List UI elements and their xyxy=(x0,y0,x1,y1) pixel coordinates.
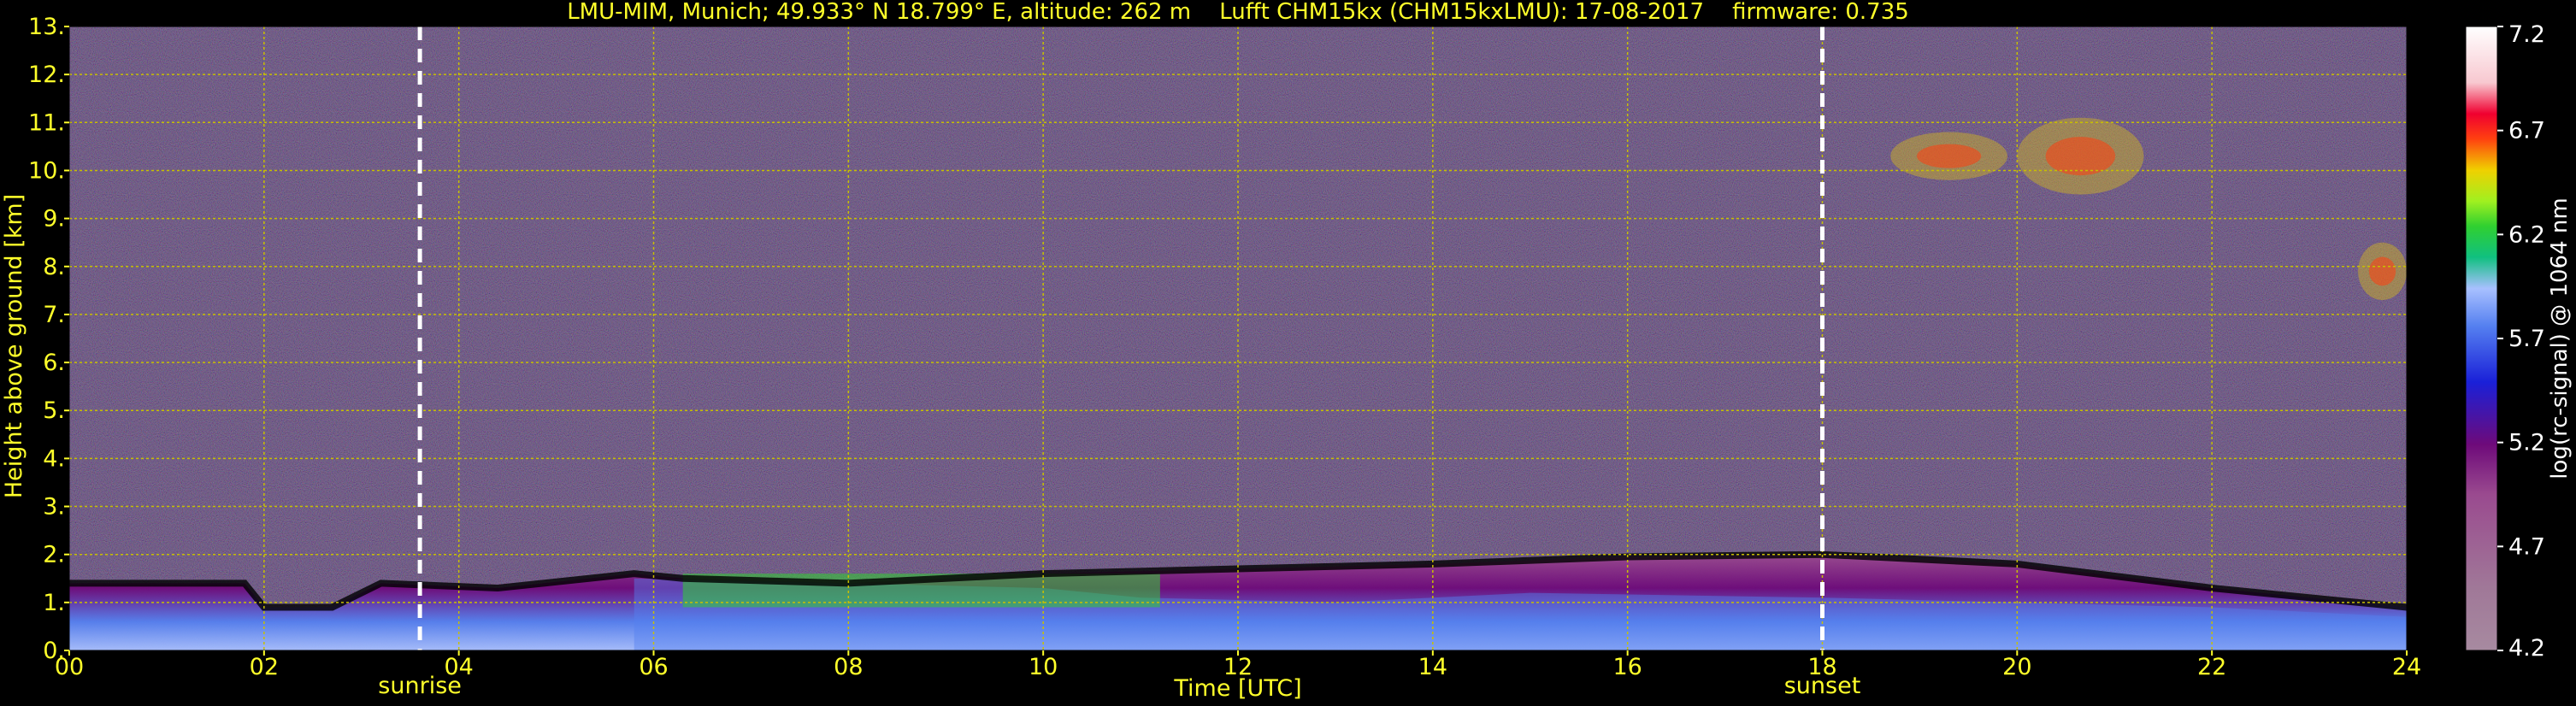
x-tick-label: 20 xyxy=(2002,654,2031,680)
x-tick-label: 24 xyxy=(2392,654,2421,680)
x-tick-label: 08 xyxy=(834,654,863,680)
cirrus-core xyxy=(2045,137,2116,176)
colorbar-label: log(rc-signal) @ 1064 nm xyxy=(2547,197,2573,479)
x-axis-label: Time [UTC] xyxy=(1173,675,1301,702)
y-tick-label: 3. xyxy=(43,494,65,521)
cirrus-core xyxy=(2368,256,2396,286)
y-tick-label: 1. xyxy=(43,590,65,616)
y-tick-label: 13. xyxy=(28,14,65,40)
y-tick-label: 11. xyxy=(28,109,65,136)
colorbar-tick-label: 6.2 xyxy=(2508,221,2545,248)
y-tick-label: 6. xyxy=(43,350,65,376)
x-tick-label: 02 xyxy=(250,654,279,680)
y-axis-label: Height above ground [km] xyxy=(1,194,27,498)
x-tick-label: 22 xyxy=(2197,654,2226,680)
colorbar-gradient xyxy=(2465,26,2498,651)
y-tick-label: 8. xyxy=(43,254,65,280)
y-tick-label: 2. xyxy=(43,542,65,568)
colorbar-tick-label: 6.7 xyxy=(2508,118,2545,144)
colorbar-tick-label: 4.7 xyxy=(2508,533,2545,560)
y-tick-label: 12. xyxy=(28,62,65,88)
sunrise-label: sunrise xyxy=(378,673,462,699)
x-tick-label: 06 xyxy=(639,654,668,680)
sunset-label: sunset xyxy=(1784,673,1861,699)
colorbar: 4.2 4.7 5.2 5.7 6.2 6.7 7.2 log(rc-signal) @ 1… xyxy=(2465,21,2573,662)
x-tick-label: 14 xyxy=(1418,654,1447,680)
y-tick-labels: 0. 1. 2. 3. 4. 5. 6. 7. 8. 9. 10. 11. 12. 13. xyxy=(28,14,69,664)
x-tick-label: 10 xyxy=(1029,654,1058,680)
y-tick-label: 4. xyxy=(43,445,65,472)
x-tick-label: 16 xyxy=(1612,654,1642,680)
chart-title: LMU-MIM, Munich; 49.933° N 18.799° E, al… xyxy=(567,0,1909,25)
colorbar-tick-label: 4.2 xyxy=(2508,635,2545,662)
ceilometer-chart: 00 02 04 06 08 10 12 14 16 18 20 22 24 0.1.2.3.4.5.6… xyxy=(1,0,2573,702)
colorbar-tick-label: 7.2 xyxy=(2508,21,2545,48)
y-tick-label: 0. xyxy=(43,638,65,664)
y-tick-label: 10. xyxy=(28,157,65,184)
y-tick-label: 7. xyxy=(43,302,65,328)
cirrus-core xyxy=(1916,144,1982,168)
colorbar-tick-label: 5.2 xyxy=(2508,430,2545,456)
colorbar-tick-label: 5.7 xyxy=(2508,326,2545,352)
y-tick-label: 9. xyxy=(43,206,65,232)
y-tick-label: 5. xyxy=(43,397,65,424)
